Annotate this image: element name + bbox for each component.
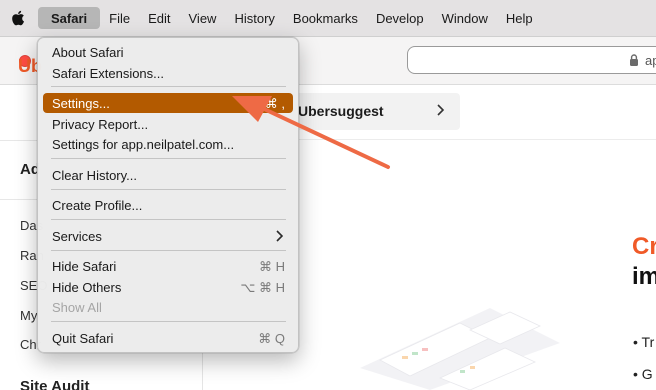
hero-headline-orange: Cr [632, 233, 656, 260]
menu-item-label: Show All [52, 300, 102, 315]
menu-item-quit-safari[interactable]: Quit Safari ⌘ Q [43, 328, 293, 348]
dashboard-illustration [360, 308, 560, 390]
menu-separator [51, 321, 286, 322]
hero-headline-dark: im [632, 263, 656, 290]
menu-item-site-settings[interactable]: Settings for app.neilpatel.com... [43, 134, 293, 154]
menu-item-label: Hide Safari [52, 259, 117, 274]
sidebar-item-my[interactable]: My [20, 308, 37, 323]
menu-separator [51, 158, 286, 159]
menu-item-label: Quit Safari [52, 331, 114, 346]
menu-item-show-all: Show All [43, 297, 293, 317]
menu-file[interactable]: File [100, 7, 139, 29]
lock-icon [630, 54, 638, 66]
menu-item-label: Settings... [52, 96, 110, 111]
menu-help-label: Help [505, 10, 533, 26]
menu-item-hide-safari[interactable]: Hide Safari ⌘ H [43, 256, 293, 276]
hero-bullet: • Tr [633, 334, 655, 350]
menu-item-about-safari[interactable]: About Safari [43, 42, 293, 62]
menu-item-hide-others[interactable]: Hide Others ⌥ ⌘ H [43, 277, 293, 297]
menu-safari-label: Safari [51, 10, 88, 26]
chevron-right-icon [437, 104, 445, 116]
address-bar[interactable]: ap [407, 46, 656, 74]
menu-view-label: View [188, 10, 217, 26]
ubersuggest-breadcrumb[interactable]: Ubersuggest [282, 93, 460, 130]
menu-window[interactable]: Window [433, 7, 497, 29]
hero-bullet: • G [633, 366, 653, 382]
menu-safari[interactable]: Safari [38, 7, 101, 29]
menu-file-label: File [109, 10, 131, 26]
menu-separator [51, 250, 286, 251]
menu-bookmarks[interactable]: Bookmarks [284, 7, 367, 29]
menu-bookmarks-label: Bookmarks [292, 10, 358, 26]
menu-view[interactable]: View [180, 7, 226, 29]
menu-item-label: Clear History... [52, 168, 137, 183]
menu-item-label: Privacy Report... [52, 117, 149, 132]
menu-item-create-profile[interactable]: Create Profile... [43, 195, 293, 215]
menu-item-shortcut: ⌥ ⌘ H [240, 280, 285, 295]
menu-history[interactable]: History [225, 7, 283, 29]
apple-menu[interactable] [0, 0, 36, 37]
sidebar-site-audit[interactable]: Site Audit [20, 378, 89, 390]
menu-develop[interactable]: Develop [367, 7, 433, 29]
menu-item-safari-extensions[interactable]: Safari Extensions... [43, 63, 293, 83]
menu-help[interactable]: Help [497, 7, 542, 29]
menu-item-shortcut: ⌘ , [264, 96, 285, 111]
menu-item-label: Safari Extensions... [52, 66, 164, 81]
menu-item-clear-history[interactable]: Clear History... [43, 165, 293, 185]
ubersuggest-label: Ubersuggest [298, 103, 384, 119]
menu-item-shortcut: ⌘ H [259, 259, 285, 274]
menu-bar: Safari File Edit View History Bookmarks … [0, 0, 656, 37]
menu-item-settings[interactable]: Settings... ⌘ , [43, 93, 293, 113]
menu-history-label: History [234, 10, 275, 26]
menu-develop-label: Develop [375, 10, 424, 26]
menu-item-label: Hide Others [52, 280, 122, 295]
menu-item-label: Services [52, 229, 102, 244]
menu-item-label: About Safari [52, 45, 124, 60]
menu-window-label: Window [441, 10, 488, 26]
menu-edit-label: Edit [148, 10, 171, 26]
menu-separator [51, 219, 286, 220]
menu-item-shortcut: ⌘ Q [258, 331, 285, 346]
menu-item-label: Create Profile... [52, 198, 143, 213]
menu-edit[interactable]: Edit [139, 7, 179, 29]
menu-item-label: Settings for app.neilpatel.com... [52, 137, 235, 152]
safari-menu-dropdown: About Safari Safari Extensions... Settin… [37, 37, 299, 353]
address-url: ap [645, 53, 656, 68]
menu-item-services[interactable]: Services [43, 226, 293, 246]
menu-separator [51, 189, 286, 190]
submenu-arrow-icon [276, 230, 283, 242]
apple-icon [12, 10, 24, 26]
menu-separator [51, 86, 286, 87]
menu-item-privacy-report[interactable]: Privacy Report... [43, 114, 293, 134]
